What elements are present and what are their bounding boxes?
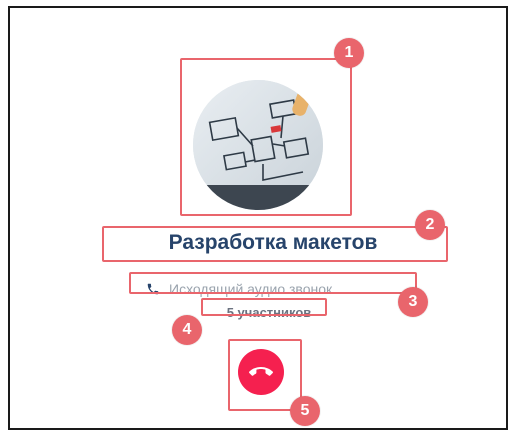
callout-box-title <box>102 226 448 262</box>
callout-box-hangup <box>228 339 302 411</box>
callout-box-avatar <box>180 58 352 216</box>
call-screen: Разработка макетов Исходящий аудио звоно… <box>8 6 508 430</box>
callout-box-status <box>129 272 417 294</box>
callout-badge-1: 1 <box>334 38 364 68</box>
callout-box-participants <box>201 298 327 316</box>
callout-badge-5: 5 <box>290 396 320 426</box>
callout-badge-2: 2 <box>415 210 445 240</box>
callout-badge-4: 4 <box>172 315 202 345</box>
callout-badge-3: 3 <box>398 287 428 317</box>
